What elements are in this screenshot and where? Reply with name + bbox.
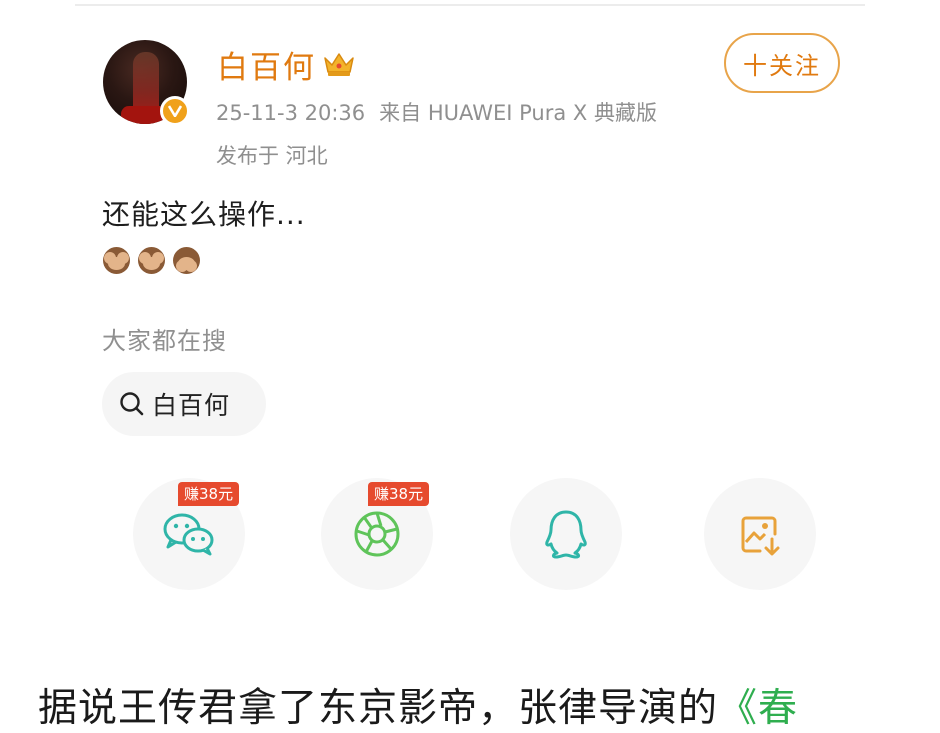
save-image-button[interactable]: [704, 478, 816, 590]
post-timestamp: 25-11-3 20:36: [216, 101, 366, 125]
reward-badge: 赚38元: [368, 482, 430, 506]
trending-search-label: 大家都在搜: [102, 327, 227, 355]
crown-icon: [324, 53, 354, 76]
see-no-evil-monkey-icon: [135, 244, 168, 277]
top-divider: [75, 4, 865, 6]
speak-no-evil-monkey-icon: [170, 244, 203, 277]
emoji-row: [100, 244, 203, 277]
save-image-icon: [741, 516, 780, 556]
moments-icon: [354, 511, 400, 557]
post-location: 发布于 河北: [216, 144, 328, 168]
post-meta: 25-11-3 20:36 来自 HUAWEI Pura X 典藏版: [216, 97, 657, 127]
post-source: 来自 HUAWEI Pura X 典藏版: [379, 101, 657, 125]
share-qq-button[interactable]: [510, 478, 622, 590]
caption-highlight: 《春: [718, 686, 799, 731]
search-chip[interactable]: 白百何: [102, 372, 266, 436]
caption-text: 据说王传君拿了东京影帝，张律导演的: [38, 686, 719, 731]
username[interactable]: 白百何: [217, 42, 316, 87]
reward-badge: 赚38元: [178, 482, 240, 506]
article-caption: 据说王传君拿了东京影帝，张律导演的《春: [38, 677, 798, 733]
wechat-icon: [163, 513, 214, 556]
see-no-evil-monkey-icon: [100, 244, 133, 277]
qq-icon: [545, 510, 587, 559]
follow-button[interactable]: 十关注: [724, 33, 840, 93]
verified-badge-icon: [160, 96, 190, 126]
post-text: 还能这么操作...: [102, 198, 306, 231]
search-icon: [120, 392, 144, 416]
search-chip-label: 白百何: [152, 391, 231, 420]
